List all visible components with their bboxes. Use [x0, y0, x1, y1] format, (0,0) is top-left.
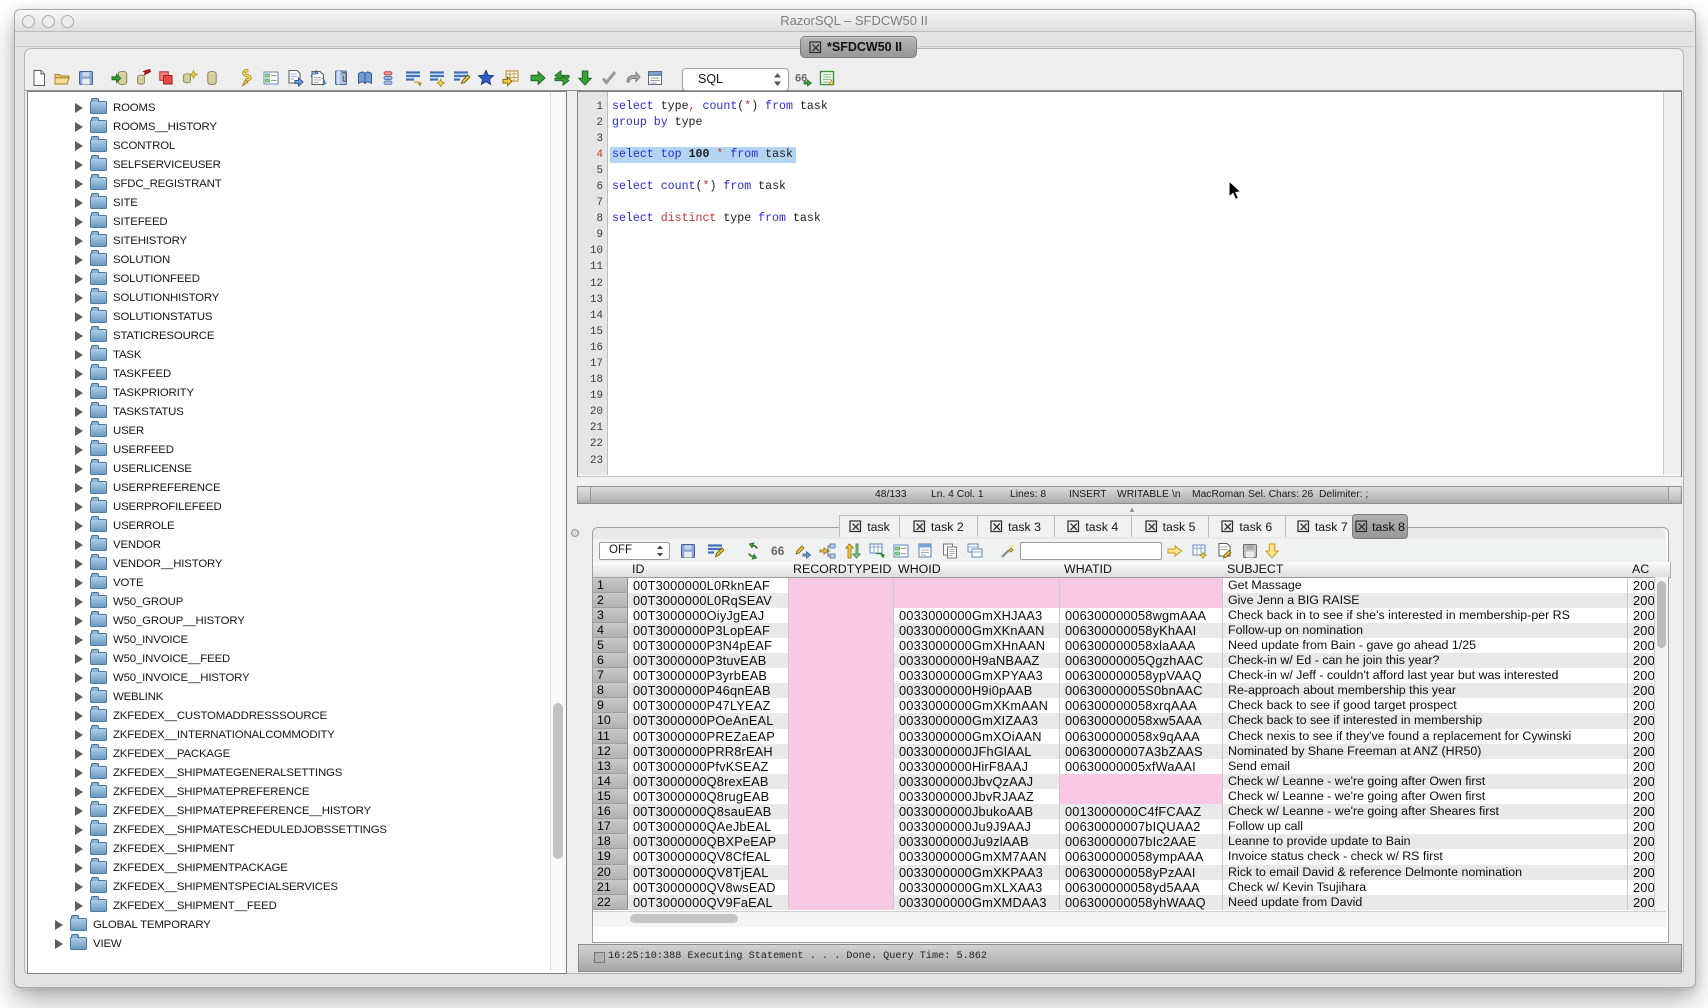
- svg-text:66: 66: [771, 544, 785, 558]
